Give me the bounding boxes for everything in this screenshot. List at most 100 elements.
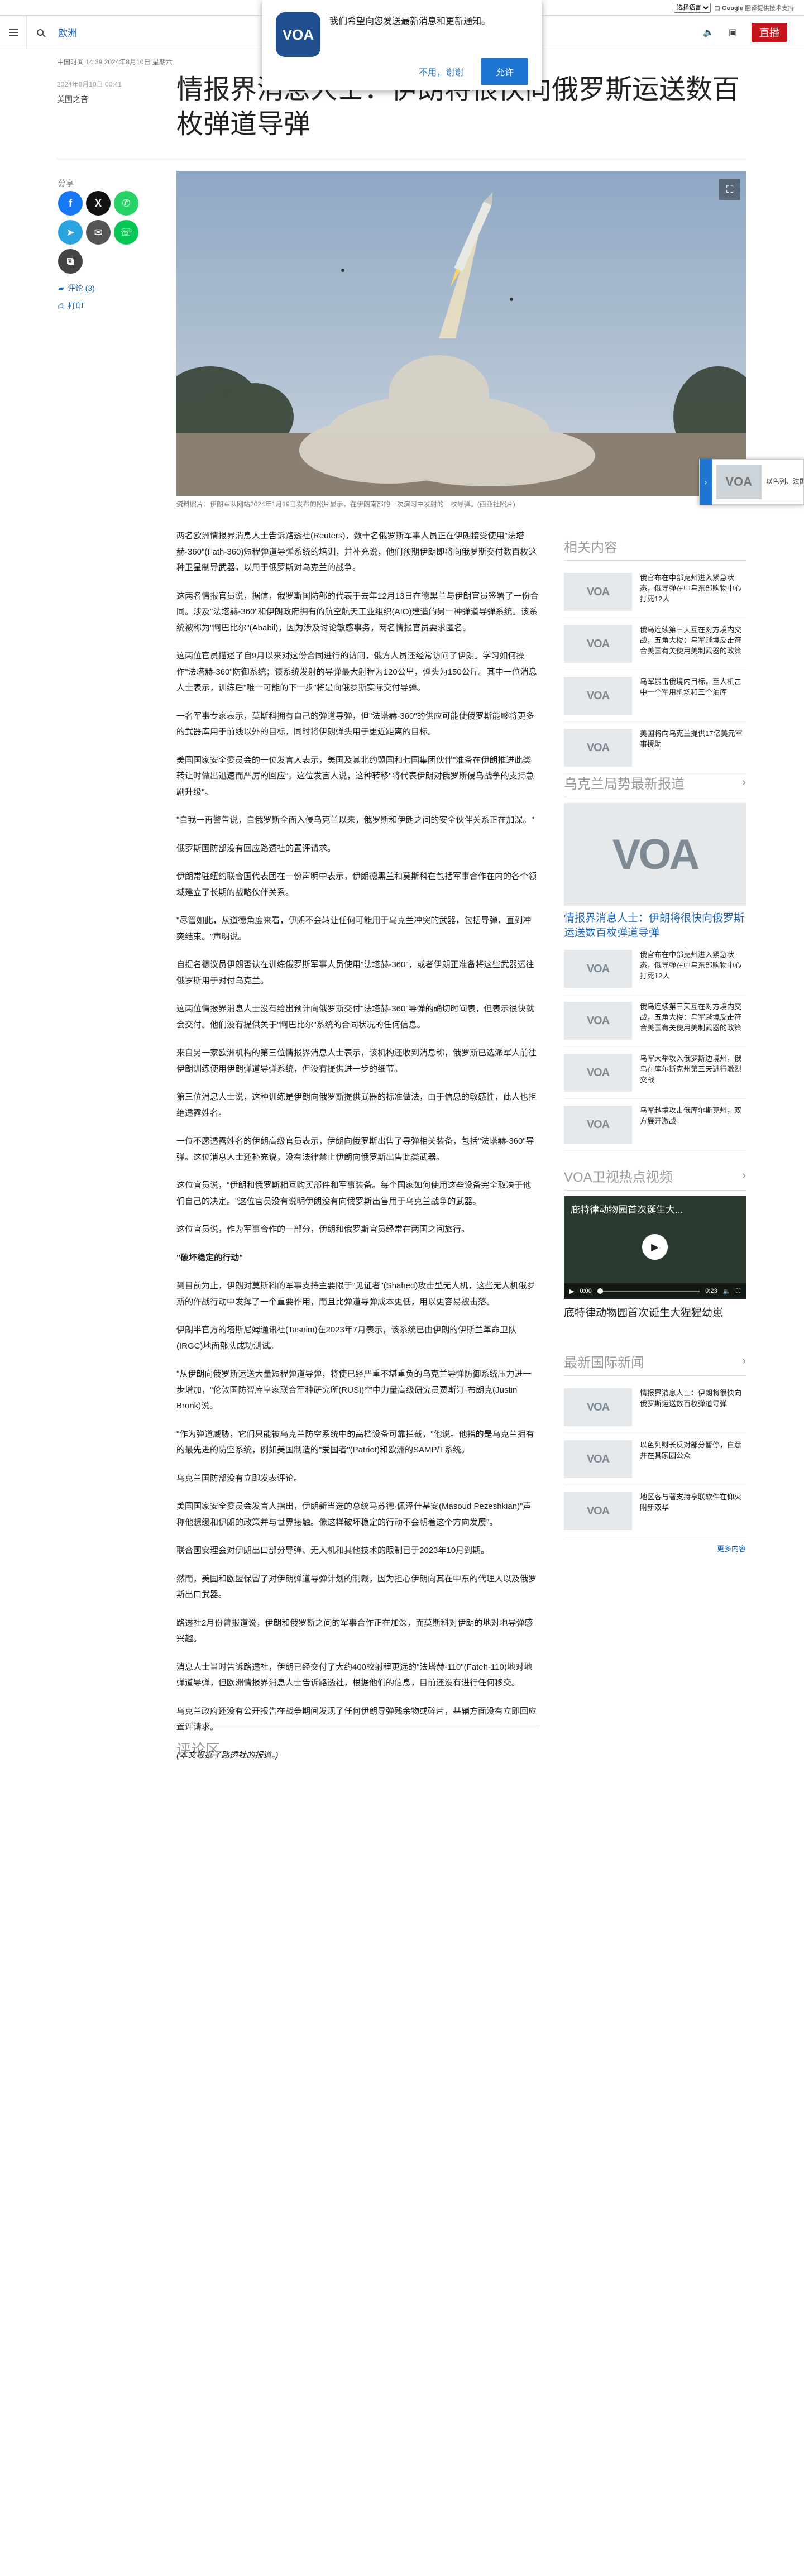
article-paragraph: "自我一再警告说，自俄罗斯全面入侵乌克兰以来，俄罗斯和伊朗之间的安全伙伴关系正在… — [176, 815, 534, 825]
article-paragraph: 伊朗常驻纽约联合国代表团在一份声明中表示，伊朗德黑兰和莫斯科在包括军事合作在内的… — [176, 872, 537, 897]
ukraine-section: 乌克兰局势最新报道 › VOA 情报界消息人士：伊朗将很快向俄罗斯运送数百枚弹道导… — [564, 773, 746, 1151]
list-item[interactable]: VOA 地区客与著支持亨联软件在仰火附新双华 — [564, 1485, 746, 1537]
article-paragraph: 这两名情报官员说，据信，俄罗斯国防部的代表于去年12月13日在德黑兰与伊朗官员签… — [176, 591, 539, 633]
article-paragraph: "尽管如此，从道德角度来看，伊朗不会转让任何可能用于乌克兰冲突的武器，包括导弹，… — [176, 916, 532, 941]
lead-thumbnail[interactable]: VOA — [564, 803, 746, 906]
facebook-icon[interactable]: f — [58, 191, 83, 216]
speaker-icon[interactable]: 🔈 — [703, 27, 714, 38]
list-item[interactable]: VOA 俄乌连续第三天互在对方境内交战，五角大楼：乌军越境反击符合美国有关使用美制… — [564, 995, 746, 1048]
notification-message: 我们希望向您发送最新消息和更新通知。 — [329, 17, 491, 26]
video-player[interactable]: 庇特律动物园首次诞生大... ▶ ▶ 0:00 0:23 🔈 ⛶ — [564, 1196, 746, 1299]
video-caption[interactable]: 底特律动物园首次诞生大猩猩幼崽 — [564, 1304, 746, 1320]
thumbnail: VOA — [564, 573, 632, 611]
list-item[interactable]: VOA 俄乌连续第三天互在对方境内交战，五角大楼：乌军越境反击符合美国有关使用美制… — [564, 618, 746, 670]
comment-icon: ▰ — [58, 284, 64, 293]
section-link[interactable]: 欧洲 — [58, 25, 77, 39]
list-item-title: 俄乌连续第三天互在对方境内交战，五角大楼：乌军越境反击符合美国有关使用美制武器的… — [640, 1002, 742, 1032]
list-item[interactable]: VOA 俄官布在中部克州进入紧急状态，俄导弹在中乌东部购物中心打死12人 — [564, 566, 746, 618]
article-paragraph: "从伊朗向俄罗斯运送大量短程弹道导弹，将使已经严重不堪重负的乌克兰导弹防御系统压… — [176, 1369, 532, 1411]
article-paragraph: 这位官员说，"伊朗和俄罗斯相互购买部件和军事装备。每个国家如何使用这些设备完全取… — [176, 1181, 532, 1206]
ukraine-title[interactable]: 乌克兰局势最新报道 › — [564, 773, 746, 797]
voa-logo: VOA — [276, 12, 320, 57]
more-link[interactable]: 更多内容 — [564, 1543, 746, 1554]
article-paragraph: 美国国家安全委员会发言人指出，伊朗新当选的总统马苏德·佩泽什基安(Masoud … — [176, 1502, 532, 1527]
search-button[interactable] — [27, 16, 54, 49]
thumbnail: VOA — [564, 677, 632, 715]
email-icon[interactable]: ✉ — [86, 220, 111, 245]
list-item[interactable]: VOA 俄官布在中部克州进入紧急状态，俄导弹在中乌东部购物中心打死12人 — [564, 943, 746, 996]
thumbnail: VOA — [564, 950, 632, 988]
missile-launch-photo — [176, 171, 746, 496]
volume-icon[interactable]: 🔈 — [723, 1288, 731, 1295]
byline[interactable]: 美国之音 — [57, 94, 88, 105]
related-list: VOA 俄官布在中部克州进入紧急状态，俄导弹在中乌东部购物中心打死12人 VOA 俄乌… — [564, 566, 746, 774]
related-title: 相关内容 — [564, 536, 746, 561]
thumbnail: VOA — [564, 1106, 632, 1144]
list-item[interactable]: VOA 情报界消息人士：伊朗将很快向俄罗斯运送数百枚弹道导弹 — [564, 1382, 746, 1433]
article-paragraph: 一名军事专家表示，莫斯科拥有自己的弹道导弹，但"法塔赫-360"的供应可能使俄罗… — [176, 711, 534, 737]
article-paragraph: 这位官员说，作为军事合作的一部分，伊朗和俄罗斯官员经常在两国之间旅行。 — [176, 1225, 470, 1234]
video-progress[interactable] — [597, 1288, 700, 1294]
article-paragraph: 然而，美国和欧盟保留了对伊朗弹道导弹计划的制裁，因为担心伊朗向其在中东的代理人以… — [176, 1574, 537, 1600]
list-item[interactable]: VOA 乌军大举攻入俄罗斯边境州，俄乌在库尔斯克州第三天进行激烈交战 — [564, 1047, 746, 1100]
article-paragraph: 来自另一家欧洲机构的第三位情报界消息人士表示，该机构还收到消息称，俄罗斯已选派军… — [176, 1048, 537, 1074]
ukraine-list: VOA 俄官布在中部克州进入紧急状态，俄导弹在中乌东部购物中心打死12人 VOA 俄乌… — [564, 943, 746, 1151]
list-item[interactable]: VOA 美国将向乌克兰提供17亿美元军事援助 — [564, 722, 746, 774]
menu-icon — [8, 28, 18, 36]
mini-player[interactable]: › VOA 以色列、法国、日本 — [699, 459, 804, 505]
header-actions: 🔈 ▣ 直播 — [703, 22, 804, 42]
fullscreen-icon[interactable]: ⛶ — [736, 1288, 740, 1295]
tv-icon[interactable]: ▣ — [729, 27, 737, 38]
world-news-title[interactable]: 最新国际新闻 › — [564, 1351, 746, 1376]
x-icon[interactable]: X — [86, 191, 111, 216]
article-paragraph: 路透社2月份曾报道说，伊朗和俄罗斯之间的军事合作正在加深，而莫斯科对伊朗的地对地… — [176, 1618, 533, 1644]
thumbnail: VOA — [564, 1002, 632, 1040]
list-item-title: 俄官布在中部克州进入紧急状态，俄导弹在中乌东部购物中心打死12人 — [640, 573, 742, 603]
play-icon[interactable]: ▶ — [570, 1288, 574, 1295]
list-item[interactable]: VOA 乌军越境攻击俄库尔斯克州，双方展开激战 — [564, 1099, 746, 1151]
whatsapp-icon[interactable]: ✆ — [114, 191, 138, 216]
live-button[interactable]: 直播 — [752, 22, 787, 42]
thumbnail: VOA — [564, 1492, 632, 1530]
video-controls: ▶ 0:00 0:23 🔈 ⛶ — [564, 1283, 746, 1299]
allow-button[interactable]: 允许 — [481, 58, 528, 85]
search-icon — [37, 28, 44, 36]
mini-player-title: 以色列、法国、日本 — [765, 477, 803, 486]
list-item[interactable]: VOA 乌军暴击俄境内目标，至人机击中一个军用机场和三个油库 — [564, 670, 746, 722]
article-paragraphs: 两名欧洲情报界消息人士告诉路透社(Reuters)，数十名俄罗斯军事人员正在伊朗… — [176, 528, 539, 1238]
notification-prompt: VOA 我们希望向您发送最新消息和更新通知。 不用，谢谢 允许 — [262, 0, 542, 90]
thumbnail: VOA — [564, 1440, 632, 1478]
list-item-title: 俄乌连续第三天互在对方境内交战，五角大楼：乌军越境反击符合美国有关使用美制武器的… — [640, 625, 742, 655]
article-paragraph: 伊朗半官方的塔斯尼姆通讯社(Tasnim)在2023年7月表示，该系统已由伊朗的… — [176, 1325, 517, 1351]
expand-icon[interactable]: ⛶ — [719, 179, 740, 200]
video-section-title[interactable]: VOA卫视热点视频 › — [564, 1166, 746, 1191]
menu-button[interactable] — [0, 15, 27, 49]
article-paragraph: 一位不愿透露姓名的伊朗高级官员表示，伊朗向俄罗斯出售了导弹相关装备，包括"法塔赫… — [176, 1136, 534, 1162]
article-body: 两名欧洲情报界消息人士告诉路透社(Reuters)，数十名俄罗斯军事人员正在伊朗… — [176, 528, 539, 1776]
line-icon[interactable]: ☏ — [114, 220, 138, 245]
thumbnail: VOA — [564, 1388, 632, 1426]
list-item[interactable]: VOA 以色列财长反对部分暂停，自意并在其家园公众 — [564, 1433, 746, 1485]
share-label: 分享 — [58, 179, 74, 188]
decline-button[interactable]: 不用，谢谢 — [419, 65, 463, 78]
thumbnail: VOA — [564, 729, 632, 767]
article-paragraph: 美国国家安全委员会的一位发言人表示，美国及其北约盟国和七国集团伙伴"准备在伊朗推… — [176, 755, 534, 797]
article-paragraph: 自提名德议员伊朗否认在训练俄罗斯军事人员使用"法塔赫-360"，或者伊朗正准备将… — [176, 960, 534, 986]
copy-link-icon[interactable]: ⧉ — [58, 249, 83, 274]
hero-image: ⛶ — [176, 171, 746, 496]
telegram-icon[interactable]: ➤ — [58, 220, 83, 245]
play-icon[interactable]: ▶ — [642, 1234, 668, 1260]
lead-story-title[interactable]: 情报界消息人士：伊朗将很快向俄罗斯运送数百枚弹道导弹 — [564, 911, 746, 940]
mini-player-thumbnail: VOA — [716, 465, 762, 499]
video-time-current: 0:00 — [580, 1288, 592, 1294]
article-paragraph: 到目前为止，伊朗对莫斯科的军事支持主要限于"见证者"(Shahed)攻击型无人机… — [176, 1281, 535, 1307]
article-paragraph: 这两位情报界消息人士没有给出预计向俄罗斯交付"法塔赫-360"导弹的确切时间表，… — [176, 1004, 534, 1030]
comments-link[interactable]: ▰ 评论 (3) — [58, 283, 95, 294]
language-select[interactable]: 选择语言 — [673, 2, 711, 13]
list-item-title: 以色列财长反对部分暂停，自意并在其家园公众 — [640, 1441, 742, 1460]
related-content: 相关内容 VOA 俄官布在中部克州进入紧急状态，俄导弹在中乌东部购物中心打死12人… — [564, 536, 746, 774]
print-link[interactable]: ⎙ 打印 — [58, 300, 83, 312]
comments-heading: 评论区 — [176, 1741, 221, 1758]
chevron-right-icon[interactable]: › — [700, 459, 712, 505]
image-caption: 资料照片：伊朗军队网站2024年1月19日发布的照片显示，在伊朗南部的一次演习中… — [176, 500, 515, 508]
